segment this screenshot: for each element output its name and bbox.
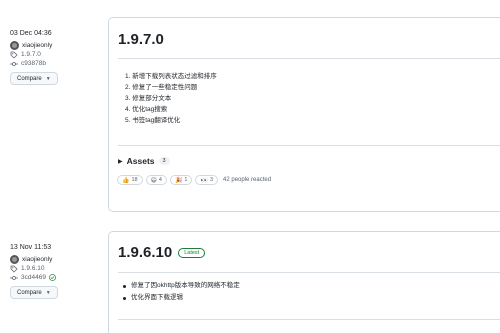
list-item: 修复了因okhttp版本导致的网络不稳定 (123, 280, 500, 292)
reaction-smile[interactable]: 😄 4 (145, 175, 167, 185)
reacted-summary[interactable]: 42 people reacted (223, 177, 271, 183)
avatar[interactable] (10, 41, 19, 50)
reaction-tada[interactable]: 🎉 1 (169, 175, 193, 185)
commit-icon (10, 61, 18, 66)
divider (118, 145, 500, 146)
divider (118, 272, 500, 273)
reaction-eyes[interactable]: 👀 3 (195, 175, 219, 185)
thumbs-up-icon: 👍 (122, 177, 130, 184)
reaction-count: 18 (131, 177, 138, 183)
tag-name[interactable]: 1.9.7.0 (21, 51, 41, 58)
list-item: 2. 修复了一些稳定性问题 (125, 84, 198, 91)
reactions-bar: 👍 18 😄 4 🎉 1 👀 3 42 people reacted (109, 175, 500, 185)
release-title-text[interactable]: 1.9.6.10 (118, 244, 172, 261)
tag-icon (10, 265, 18, 273)
reaction-thumbs-up[interactable]: 👍 18 (117, 175, 143, 185)
reaction-count: 4 (158, 177, 162, 183)
list-item: 优化界面下载逻辑 (123, 292, 500, 304)
bullet-icon (123, 296, 126, 300)
assets-label: Assets (126, 156, 155, 166)
author-name[interactable]: xiaojieonly (22, 42, 52, 49)
chevron-down-icon: ▼ (45, 75, 51, 82)
list-item: 5. 书签tag翻译优化 (125, 117, 181, 124)
release-date: 03 Dec 04:36 (10, 30, 52, 37)
compare-label: Compare (17, 75, 42, 82)
latest-badge: Latest (178, 247, 206, 258)
list-item: 4. 优化tag搜索 (125, 106, 168, 113)
tag-line[interactable]: 1.9.6.10 (10, 264, 102, 273)
reaction-count: 3 (209, 177, 214, 183)
release-entry: 03 Dec 04:36 xiaojieonly 1.9.7.0 c93878b… (0, 0, 500, 215)
list-item: 1. 新增下载列表状态过滤和排序 (125, 73, 217, 80)
smile-icon: 😄 (150, 177, 157, 184)
commit-line[interactable]: 3cd4469 (10, 273, 102, 282)
author-line[interactable]: xiaojieonly (10, 255, 102, 264)
avatar[interactable] (10, 255, 19, 264)
assets-toggle[interactable]: ▶ Assets 3 (109, 156, 500, 166)
release-meta: 13 Nov 11:53 xiaojieonly 1.9.6.10 3cd446… (10, 244, 102, 299)
release-notes: 1. 新增下载列表状态过滤和排序 2. 修复了一些稳定性问题 3. 修复部分文本… (109, 71, 500, 126)
commit-sha[interactable]: c93878b (21, 60, 46, 67)
bullet-icon (123, 284, 126, 288)
note-text: 优化界面下载逻辑 (131, 294, 183, 301)
compare-button[interactable]: Compare ▼ (10, 286, 58, 299)
eyes-icon: 👀 (200, 177, 208, 184)
release-card: 1.9.6.10 Latest 修复了因okhttp版本导致的网络不稳定 优化界… (108, 231, 500, 333)
verified-check-icon (49, 274, 56, 281)
note-text: 修复了因okhttp版本导致的网络不稳定 (131, 282, 240, 289)
author-line[interactable]: xiaojieonly (10, 41, 102, 50)
release-title[interactable]: 1.9.6.10 Latest (118, 244, 500, 261)
tag-icon (10, 51, 18, 59)
tag-name[interactable]: 1.9.6.10 (21, 265, 45, 272)
release-title[interactable]: 1.9.7.0 (118, 31, 500, 48)
triangle-right-icon: ▶ (118, 158, 123, 165)
assets-count: 3 (158, 157, 170, 165)
compare-label: Compare (17, 289, 42, 296)
release-title-text[interactable]: 1.9.7.0 (118, 31, 164, 48)
divider (118, 58, 500, 59)
release-notes: 修复了因okhttp版本导致的网络不稳定 优化界面下载逻辑 (109, 280, 500, 304)
commit-icon (10, 275, 18, 280)
commit-line[interactable]: c93878b (10, 59, 102, 68)
divider (118, 319, 500, 320)
release-date: 13 Nov 11:53 (10, 244, 52, 251)
list-item: 3. 修复部分文本 (125, 95, 172, 102)
compare-button[interactable]: Compare ▼ (10, 72, 58, 85)
author-name[interactable]: xiaojieonly (22, 256, 52, 263)
tag-line[interactable]: 1.9.7.0 (10, 50, 102, 59)
release-card: 1.9.7.0 1. 新增下载列表状态过滤和排序 2. 修复了一些稳定性问题 3… (108, 17, 500, 212)
release-entry: 13 Nov 11:53 xiaojieonly 1.9.6.10 3cd446… (0, 215, 500, 333)
release-meta: 03 Dec 04:36 xiaojieonly 1.9.7.0 c93878b… (10, 30, 102, 85)
tada-icon: 🎉 (174, 177, 183, 184)
commit-sha[interactable]: 3cd4469 (21, 274, 46, 281)
reaction-count: 1 (184, 177, 188, 183)
chevron-down-icon: ▼ (45, 289, 51, 296)
